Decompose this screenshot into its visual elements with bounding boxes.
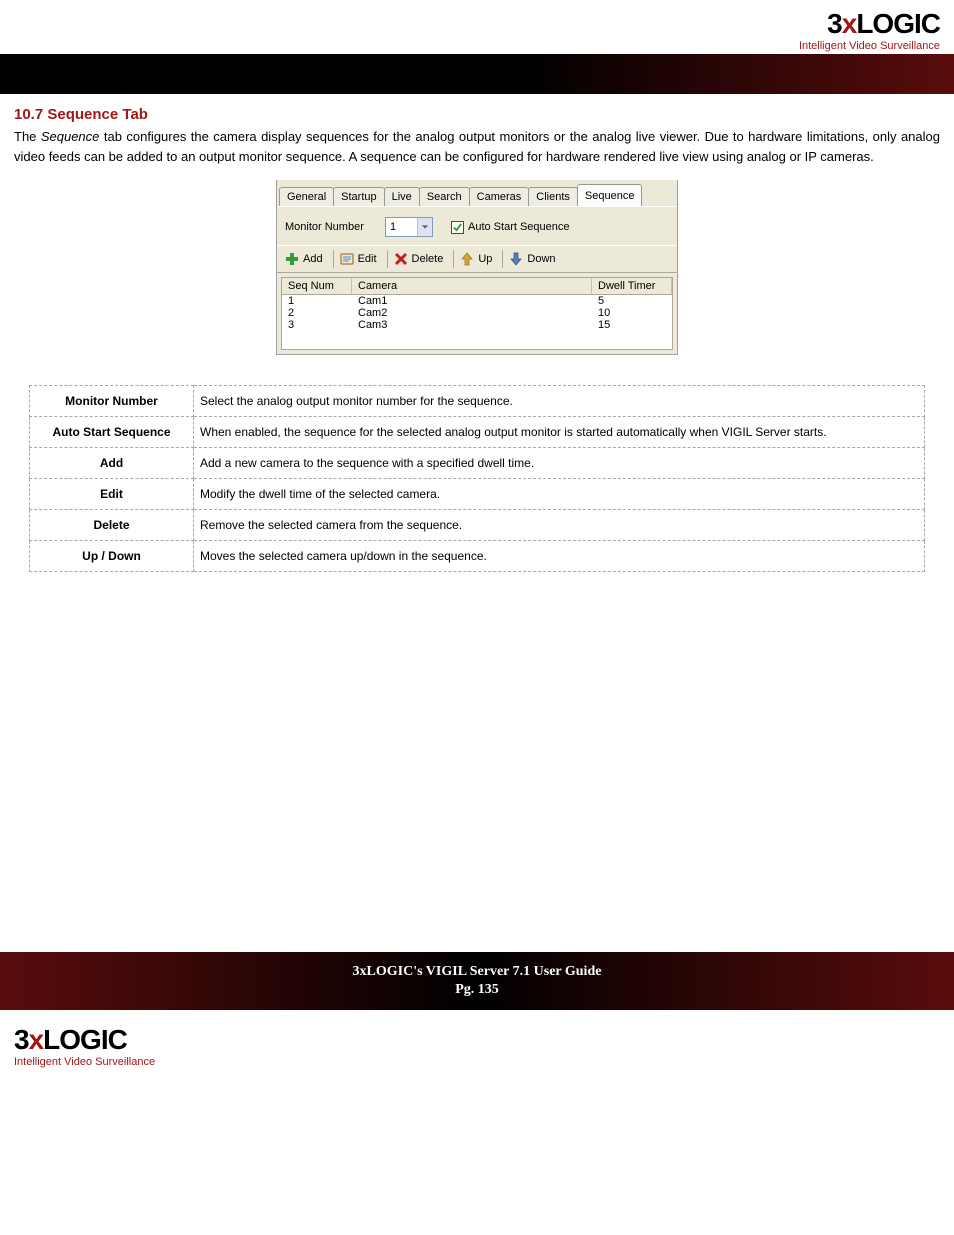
down-label: Down [527,253,555,265]
col-header-dwell[interactable]: Dwell Timer [592,278,672,295]
chevron-down-icon [417,218,432,236]
tab-cameras[interactable]: Cameras [469,187,530,206]
def-term: Up / Down [30,541,194,572]
body-text-1: The [14,129,41,144]
table-row[interactable]: 3 Cam3 15 [282,319,672,331]
logo-x: x [842,8,857,39]
grid-header: Seq Num Camera Dwell Timer [282,278,672,295]
cell-seq: 3 [282,319,352,331]
def-desc: Moves the selected camera up/down in the… [194,541,925,572]
cell-seq: 1 [282,295,352,307]
toolbar-sep [333,250,334,268]
toolbar-sep [387,250,388,268]
tab-live[interactable]: Live [384,187,420,206]
def-row: Edit Modify the dwell time of the select… [30,479,925,510]
auto-start-checkbox[interactable] [451,221,464,234]
sequence-grid: Seq Num Camera Dwell Timer 1 Cam1 5 2 Ca… [281,277,673,350]
monitor-row: Monitor Number 1 Auto Start Sequence [277,207,677,245]
delete-label: Delete [412,253,444,265]
header-logo-row: 3xLOGIC Intelligent Video Surveillance [14,8,940,54]
add-label: Add [303,253,323,265]
table-row[interactable]: 2 Cam2 10 [282,307,672,319]
edit-label: Edit [358,253,377,265]
logo-prefix: 3 [14,1024,29,1055]
table-row[interactable]: 1 Cam1 5 [282,295,672,307]
def-term: Auto Start Sequence [30,417,194,448]
col-header-camera[interactable]: Camera [352,278,592,295]
delete-icon [394,252,408,266]
cell-dwell: 15 [592,319,672,331]
cell-camera: Cam2 [352,307,592,319]
def-row: Auto Start Sequence When enabled, the se… [30,417,925,448]
toolbar-sep [502,250,503,268]
sequence-tab-panel: General Startup Live Search Cameras Clie… [276,180,678,355]
body-text-em: Sequence [41,129,100,144]
monitor-number-value: 1 [390,221,396,233]
plus-icon [285,252,299,266]
footer-band: 3xLOGIC's VIGIL Server 7.1 User Guide Pg… [0,952,954,1010]
def-desc: Add a new camera to the sequence with a … [194,448,925,479]
footer-page: Pg. 135 [0,982,954,998]
header-band [0,54,954,94]
def-term: Edit [30,479,194,510]
cell-dwell: 5 [592,295,672,307]
edit-button[interactable]: Edit [336,250,385,268]
tab-sequence[interactable]: Sequence [577,184,643,206]
logo-suffix: LOGIC [856,8,940,39]
def-row: Up / Down Moves the selected camera up/d… [30,541,925,572]
brand-logo-footer: 3xLOGIC Intelligent Video Surveillance [14,1024,940,1068]
logo-suffix: LOGIC [43,1024,127,1055]
down-button[interactable]: Down [505,250,563,268]
add-button[interactable]: Add [281,250,331,268]
def-row: Add Add a new camera to the sequence wit… [30,448,925,479]
grid-body: 1 Cam1 5 2 Cam2 10 3 Cam3 15 [282,295,672,349]
cell-camera: Cam3 [352,319,592,331]
tab-search[interactable]: Search [419,187,470,206]
monitor-number-select[interactable]: 1 [385,217,433,237]
arrow-up-icon [460,252,474,266]
col-header-seq[interactable]: Seq Num [282,278,352,295]
brand-logo: 3xLOGIC Intelligent Video Surveillance [799,8,940,52]
definitions-table: Monitor Number Select the analog output … [29,385,925,572]
section-body: The Sequence tab configures the camera d… [14,127,940,166]
monitor-number-label: Monitor Number [285,221,385,233]
tab-clients[interactable]: Clients [528,187,578,206]
toolbar-sep [453,250,454,268]
section-heading: 10.7 Sequence Tab [14,106,940,123]
logo-x: x [29,1024,44,1055]
def-desc: Modify the dwell time of the selected ca… [194,479,925,510]
logo-prefix: 3 [827,8,842,39]
toolbar: Add Edit Delete Up [277,245,677,273]
def-term: Add [30,448,194,479]
cell-dwell: 10 [592,307,672,319]
tab-strip: General Startup Live Search Cameras Clie… [277,180,677,207]
def-term: Monitor Number [30,386,194,417]
up-label: Up [478,253,492,265]
edit-icon [340,252,354,266]
def-desc: When enabled, the sequence for the selec… [194,417,925,448]
cell-seq: 2 [282,307,352,319]
def-desc: Select the analog output monitor number … [194,386,925,417]
up-button[interactable]: Up [456,250,500,268]
footer-logo-row: 3xLOGIC Intelligent Video Surveillance [14,1010,940,1082]
def-row: Monitor Number Select the analog output … [30,386,925,417]
delete-button[interactable]: Delete [390,250,452,268]
arrow-down-icon [509,252,523,266]
footer-title: 3xLOGIC's VIGIL Server 7.1 User Guide [0,964,954,980]
def-desc: Remove the selected camera from the sequ… [194,510,925,541]
logo-tagline: Intelligent Video Surveillance [14,1056,940,1068]
def-row: Delete Remove the selected camera from t… [30,510,925,541]
tab-startup[interactable]: Startup [333,187,384,206]
tab-general[interactable]: General [279,187,334,206]
cell-camera: Cam1 [352,295,592,307]
def-term: Delete [30,510,194,541]
body-text-2: tab configures the camera display sequen… [14,129,940,164]
auto-start-label: Auto Start Sequence [468,221,570,233]
logo-tagline: Intelligent Video Surveillance [799,40,940,52]
